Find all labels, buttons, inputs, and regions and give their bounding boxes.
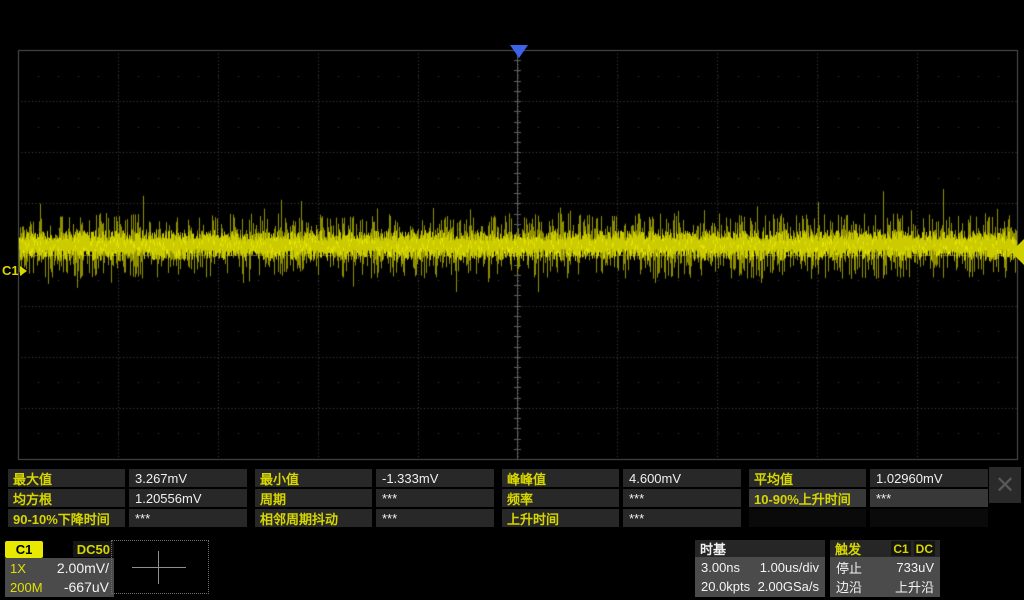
measurement-empty-slot bbox=[749, 509, 988, 527]
measurement-label: 90-10%下降时间 bbox=[8, 509, 125, 527]
timebase-sample-rate: 2.00GSa/s bbox=[758, 579, 819, 594]
channel1-offset: -667uV bbox=[64, 579, 109, 595]
timebase-memory: 20.0kpts bbox=[701, 579, 750, 594]
crosshair-icon bbox=[132, 567, 186, 568]
right-arrow-icon bbox=[20, 266, 27, 276]
trigger-source-badge: C1 bbox=[891, 541, 910, 556]
measurement-risetime: 上升时间 *** bbox=[502, 509, 741, 527]
trigger-title: 触发 bbox=[835, 539, 861, 558]
measurement-label: 10-90%上升时间 bbox=[749, 489, 866, 507]
measurement-value: *** bbox=[623, 489, 741, 507]
measurement-value: 1.02960mV bbox=[870, 469, 988, 487]
measurement-table: 最大值 3.267mV 最小值 -1.333mV 峰峰值 4.600mV 平均值… bbox=[8, 469, 996, 527]
measurement-value: *** bbox=[376, 489, 494, 507]
channel1-zero-label: C1 bbox=[2, 263, 19, 278]
trigger-status: 停止 bbox=[836, 558, 862, 577]
trigger-coupling-badge: DC bbox=[914, 541, 935, 556]
measurement-label: 峰峰值 bbox=[502, 469, 619, 487]
trigger-type: 边沿 bbox=[836, 577, 862, 596]
measurement-label: 最小值 bbox=[255, 469, 372, 487]
measurement-value: *** bbox=[376, 509, 494, 527]
trigger-level: 733uV bbox=[896, 560, 934, 575]
measurement-fall-90-10: 90-10%下降时间 *** bbox=[8, 509, 247, 527]
add-channel-slot[interactable] bbox=[111, 540, 209, 594]
measurement-pkpk: 峰峰值 4.600mV bbox=[502, 469, 741, 487]
timebase-box[interactable]: 时基 3.00ns 1.00us/div 20.0kpts 2.00GSa/s bbox=[695, 540, 825, 597]
measurement-row: 最大值 3.267mV 最小值 -1.333mV 峰峰值 4.600mV 平均值… bbox=[8, 469, 996, 487]
measurement-value: 3.267mV bbox=[129, 469, 247, 487]
channel1-attenuation: 1X bbox=[10, 561, 26, 576]
channel1-header: C1 DC50 bbox=[5, 540, 114, 558]
measurement-rms: 均方根 1.20556mV bbox=[8, 489, 247, 507]
channel1-info-box[interactable]: C1 DC50 1X 2.00mV/ 200M -667uV bbox=[5, 540, 114, 597]
measurement-label: 周期 bbox=[255, 489, 372, 507]
measurement-cycle-jitter: 相邻周期抖动 *** bbox=[255, 509, 494, 527]
measurement-value: 4.600mV bbox=[623, 469, 741, 487]
measurement-value: *** bbox=[870, 489, 988, 507]
measurement-rise-10-90: 10-90%上升时间 *** bbox=[749, 489, 988, 507]
measurement-label: 频率 bbox=[502, 489, 619, 507]
measurement-period: 周期 *** bbox=[255, 489, 494, 507]
waveform-display[interactable] bbox=[0, 0, 1024, 468]
measurement-min: 最小值 -1.333mV bbox=[255, 469, 494, 487]
trigger-level-icon[interactable] bbox=[1011, 239, 1024, 265]
channel1-badge[interactable]: C1 bbox=[5, 541, 43, 558]
channel1-details: 1X 2.00mV/ 200M -667uV bbox=[5, 558, 114, 597]
timebase-scale: 1.00us/div bbox=[760, 560, 819, 575]
measurement-label: 最大值 bbox=[8, 469, 125, 487]
close-icon[interactable]: ✕ bbox=[989, 467, 1021, 503]
measurement-label: 均方根 bbox=[8, 489, 125, 507]
measurement-row: 均方根 1.20556mV 周期 *** 频率 *** 10-90%上升时间 *… bbox=[8, 489, 996, 507]
measurement-mean: 平均值 1.02960mV bbox=[749, 469, 988, 487]
trigger-position-icon[interactable] bbox=[510, 45, 528, 58]
measurement-value: 1.20556mV bbox=[129, 489, 247, 507]
timebase-title: 时基 bbox=[700, 539, 726, 558]
trigger-slope: 上升沿 bbox=[895, 577, 934, 596]
measurement-value: -1.333mV bbox=[376, 469, 494, 487]
measurement-label: 相邻周期抖动 bbox=[255, 509, 372, 527]
trigger-header: 触发 C1 DC bbox=[830, 540, 940, 557]
measurement-row: 90-10%下降时间 *** 相邻周期抖动 *** 上升时间 *** bbox=[8, 509, 996, 527]
measurement-value: *** bbox=[623, 509, 741, 527]
measurement-frequency: 频率 *** bbox=[502, 489, 741, 507]
measurement-max: 最大值 3.267mV bbox=[8, 469, 247, 487]
channel1-scale: 2.00mV/ bbox=[57, 560, 109, 576]
channel1-coupling: DC50 bbox=[73, 541, 114, 557]
measurement-value: *** bbox=[129, 509, 247, 527]
measurement-label: 平均值 bbox=[749, 469, 866, 487]
trigger-box[interactable]: 触发 C1 DC 停止 733uV 边沿 上升沿 bbox=[830, 540, 940, 597]
channel1-zero-marker[interactable]: C1 bbox=[2, 263, 27, 278]
crosshair-icon bbox=[158, 551, 159, 584]
channel1-bandwidth: 200M bbox=[10, 580, 43, 595]
timebase-header: 时基 bbox=[695, 540, 825, 557]
measurement-label: 上升时间 bbox=[502, 509, 619, 527]
timebase-delay: 3.00ns bbox=[701, 560, 740, 575]
